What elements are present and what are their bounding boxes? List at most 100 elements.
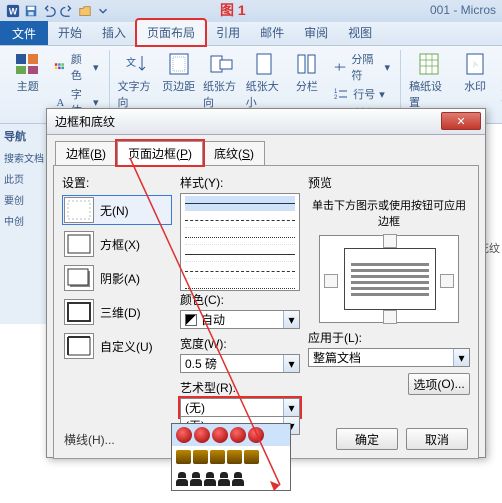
- width-value: 0.5 磅: [185, 355, 217, 372]
- document-title: 001 - Micros: [430, 3, 496, 17]
- file-tab[interactable]: 文件: [0, 21, 48, 45]
- art-option-people[interactable]: [172, 468, 290, 490]
- tab-home[interactable]: 开始: [48, 20, 92, 45]
- setting-none[interactable]: 无(N): [62, 195, 172, 225]
- qat-customize-icon[interactable]: [95, 3, 111, 19]
- border-bottom-toggle[interactable]: [383, 310, 397, 324]
- line-numbers-icon: 12: [333, 86, 349, 102]
- save-icon[interactable]: [23, 3, 39, 19]
- setting-shadow[interactable]: 阴影(A): [62, 263, 172, 293]
- chevron-down-icon: ▾: [283, 355, 299, 372]
- tab-view[interactable]: 视图: [338, 20, 382, 45]
- cancel-button[interactable]: 取消: [406, 428, 468, 450]
- text-direction-icon: 文: [122, 52, 150, 76]
- border-right-toggle[interactable]: [440, 274, 454, 288]
- ok-button[interactable]: 确定: [336, 428, 398, 450]
- open-icon[interactable]: [77, 3, 93, 19]
- orientation-button[interactable]: 纸张方向: [201, 50, 242, 112]
- tab-shading[interactable]: 底纹(S): [203, 141, 265, 165]
- style-column: 样式(Y): 颜色(C): 自动▾ 宽度(W): 0.5 磅▾ 艺术型(R): …: [180, 174, 300, 450]
- width-label: 宽度(W):: [180, 335, 300, 352]
- line-numbers-button[interactable]: 12行号 ▾: [329, 85, 394, 103]
- undo-icon[interactable]: [41, 3, 57, 19]
- navigation-pane: 导航 搜索文档 此页 要创 中创: [0, 124, 50, 324]
- setting-none-thumb: [64, 197, 94, 223]
- setting-label: 设置:: [62, 174, 172, 191]
- tab-review[interactable]: 审阅: [294, 20, 338, 45]
- watermark-button[interactable]: A 水印: [453, 50, 497, 96]
- dialog-footer: 确定 取消: [336, 428, 468, 450]
- nav-item[interactable]: 中创: [4, 213, 45, 228]
- art-label: 艺术型(R):: [180, 379, 300, 396]
- art-option-apples[interactable]: [172, 424, 290, 446]
- word-icon: W: [5, 3, 21, 19]
- margins-label: 页边距: [162, 78, 195, 94]
- preview-box[interactable]: [319, 235, 459, 323]
- orientation-icon: [207, 52, 235, 76]
- size-label: 纸张大小: [246, 78, 283, 110]
- art-dropdown-list[interactable]: [171, 423, 291, 491]
- width-combo[interactable]: 0.5 磅 ▾: [180, 354, 300, 373]
- size-button[interactable]: 纸张大小: [244, 50, 285, 112]
- dialog-tabs: 边框(B) 页面边框(P) 底纹(S): [47, 135, 485, 165]
- close-button[interactable]: ✕: [441, 112, 481, 130]
- tab-page-layout[interactable]: 页面布局: [136, 19, 206, 46]
- nav-search[interactable]: 搜索文档: [4, 150, 45, 165]
- breaks-button[interactable]: 分隔符 ▾: [329, 50, 394, 84]
- manuscript-icon: [415, 52, 443, 76]
- svg-text:A: A: [56, 97, 64, 108]
- text-direction-label: 文字方向: [118, 78, 155, 110]
- text-direction-button[interactable]: 文文字方向: [116, 50, 157, 112]
- setting-box-thumb: [64, 231, 94, 257]
- manuscript-button[interactable]: 稿纸设置: [407, 50, 451, 112]
- setting-3d[interactable]: 三维(D): [62, 297, 172, 327]
- color-combo[interactable]: 自动▾: [180, 310, 300, 329]
- ribbon-tabs: 文件 开始 插入 页面布局 引用 邮件 审阅 视图: [0, 22, 502, 46]
- margins-button[interactable]: 页边距: [158, 50, 199, 96]
- tab-references[interactable]: 引用: [206, 20, 250, 45]
- color-value: 自动: [201, 311, 225, 328]
- title-bar: W 001 - Micros: [0, 0, 502, 22]
- art-option-blocks[interactable]: [172, 446, 290, 468]
- chevron-down-icon: ▾: [453, 349, 469, 366]
- setting-3d-thumb: [64, 299, 94, 325]
- tab-insert[interactable]: 插入: [92, 20, 136, 45]
- tab-mailings[interactable]: 邮件: [250, 20, 294, 45]
- dialog-title-bar: 边框和底纹 ✕: [47, 109, 485, 135]
- chevron-down-icon: ▾: [93, 61, 99, 74]
- tab-page-border[interactable]: 页面边框(P): [117, 141, 203, 165]
- preview-hint: 单击下方图示或使用按钮可应用边框: [308, 197, 470, 229]
- setting-box[interactable]: 方框(X): [62, 229, 172, 259]
- dialog-body: 设置: 无(N) 方框(X) 阴影(A) 三维(D) 自定义(U): [53, 165, 479, 459]
- art-value: (无): [185, 399, 205, 416]
- margins-icon: [165, 52, 193, 76]
- setting-custom[interactable]: 自定义(U): [62, 331, 172, 361]
- nav-item[interactable]: 要创: [4, 192, 45, 207]
- manuscript-label: 稿纸设置: [409, 78, 449, 110]
- theme-colors-button[interactable]: 颜色 ▾: [50, 50, 103, 84]
- art-combo[interactable]: (无)▾: [180, 398, 300, 417]
- themes-icon: [14, 52, 42, 76]
- columns-icon: [293, 52, 321, 76]
- style-listbox[interactable]: [180, 193, 300, 291]
- apply-to-value: 整篇文档: [313, 349, 361, 366]
- setting-custom-thumb: [64, 333, 94, 359]
- nav-item[interactable]: 此页: [4, 171, 45, 186]
- apply-to-combo[interactable]: 整篇文档 ▾: [308, 348, 470, 367]
- themes-button[interactable]: 主题: [8, 50, 48, 96]
- redo-icon[interactable]: [59, 3, 75, 19]
- borders-shading-dialog: 边框和底纹 ✕ 边框(B) 页面边框(P) 底纹(S) 设置: 无(N) 方框(…: [46, 108, 486, 458]
- horizontal-line-button[interactable]: 横线(H)...: [64, 431, 115, 448]
- border-top-toggle[interactable]: [383, 234, 397, 248]
- setting-shadow-thumb: [64, 265, 94, 291]
- orientation-label: 纸张方向: [203, 78, 240, 110]
- border-left-toggle[interactable]: [324, 274, 338, 288]
- setting-column: 设置: 无(N) 方框(X) 阴影(A) 三维(D) 自定义(U): [62, 174, 172, 450]
- watermark-label: 水印: [464, 78, 486, 94]
- page-size-icon: [250, 52, 278, 76]
- columns-button[interactable]: 分栏: [287, 50, 328, 96]
- options-button[interactable]: 选项(O)...: [408, 373, 470, 395]
- line-numbers-label: 行号: [353, 86, 375, 102]
- watermark-icon: A: [461, 52, 489, 76]
- tab-borders[interactable]: 边框(B): [55, 141, 117, 165]
